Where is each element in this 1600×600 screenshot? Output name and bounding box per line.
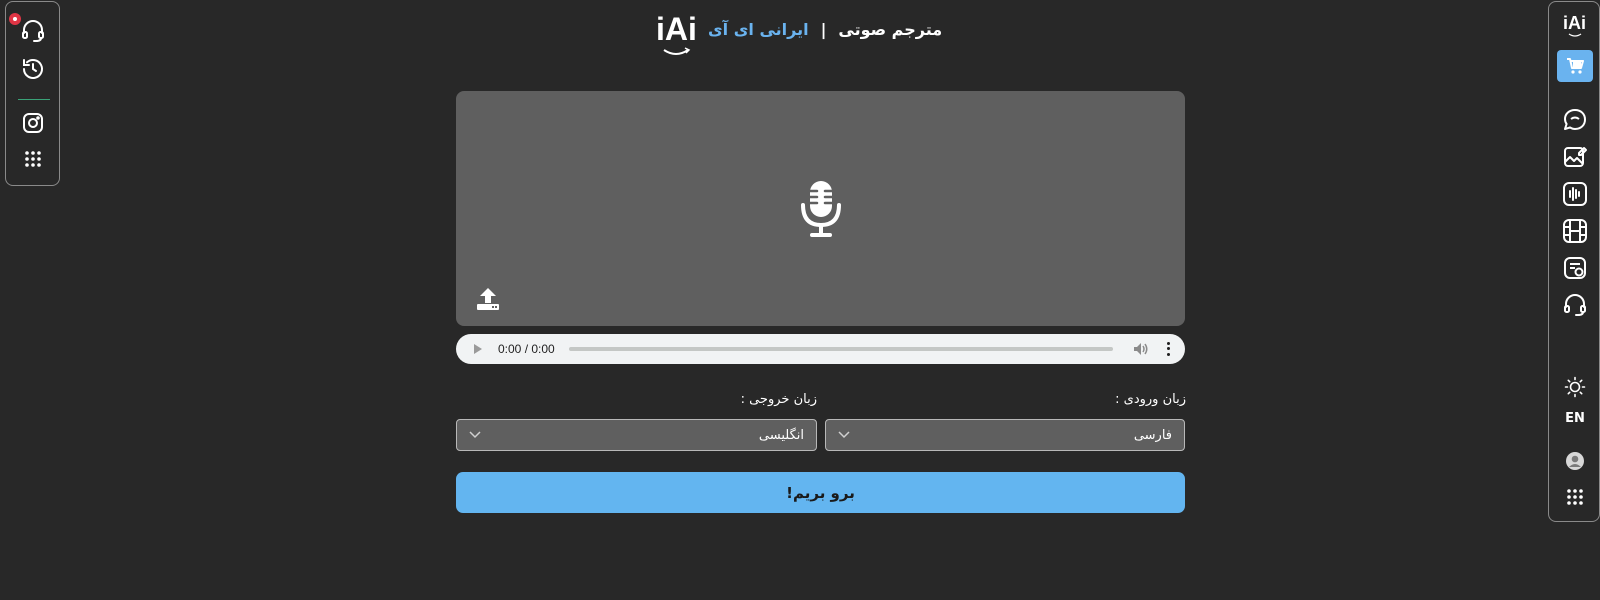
output-language-select[interactable]: انگلیسی bbox=[456, 419, 817, 451]
film-icon[interactable] bbox=[1561, 217, 1589, 245]
output-language-label: زبان خروجی : bbox=[740, 392, 817, 407]
output-language-value: انگلیسی bbox=[758, 427, 804, 443]
toolbar-divider bbox=[18, 99, 50, 100]
upload-icon[interactable] bbox=[475, 286, 501, 312]
more-options-icon[interactable] bbox=[1165, 341, 1171, 357]
audio-time: 0:00 / 0:00 bbox=[498, 342, 555, 356]
svg-text:iAi: iAi bbox=[656, 11, 696, 47]
user-icon[interactable] bbox=[1561, 447, 1589, 475]
record-area[interactable] bbox=[456, 91, 1185, 326]
cart-icon bbox=[1567, 58, 1584, 74]
svg-text:iAi: iAi bbox=[1563, 13, 1586, 33]
title-separator: | bbox=[820, 20, 827, 39]
right-toolbar: iAi EN bbox=[1548, 1, 1600, 522]
header-title: مترجم صوتی | ایرانی ای آی bbox=[708, 20, 942, 39]
apps-grid-icon[interactable] bbox=[20, 146, 46, 172]
apps-grid-icon[interactable] bbox=[1561, 483, 1589, 511]
header: iAi مترجم صوتی | ایرانی ای آی bbox=[650, 8, 942, 60]
input-language-select[interactable]: فارسی bbox=[825, 419, 1185, 451]
chevron-down-icon bbox=[469, 431, 481, 439]
volume-icon[interactable] bbox=[1133, 341, 1151, 357]
page-title: مترجم صوتی bbox=[838, 20, 943, 39]
iai-logo-icon[interactable]: iAi bbox=[654, 8, 696, 60]
iai-small-logo-icon[interactable]: iAi bbox=[1561, 10, 1589, 38]
chevron-down-icon bbox=[838, 431, 850, 439]
chat-icon[interactable] bbox=[1561, 106, 1589, 134]
history-icon[interactable] bbox=[20, 56, 46, 82]
image-edit-icon[interactable] bbox=[1561, 143, 1589, 171]
support-headset-icon[interactable] bbox=[1561, 291, 1589, 319]
brand-name[interactable]: ایرانی ای آی bbox=[708, 20, 809, 39]
input-language-value: فارسی bbox=[1133, 427, 1172, 443]
audio-wave-icon[interactable] bbox=[1561, 180, 1589, 208]
input-language-label: زبان ورودی : bbox=[1115, 392, 1186, 407]
language-toggle[interactable]: EN bbox=[1557, 411, 1593, 426]
instagram-icon[interactable] bbox=[20, 110, 46, 136]
document-translate-icon[interactable] bbox=[1561, 254, 1589, 282]
audio-progress-track[interactable] bbox=[568, 347, 1113, 351]
microphone-icon[interactable] bbox=[796, 179, 846, 239]
headset-icon[interactable] bbox=[20, 18, 46, 44]
go-button[interactable]: برو بریم! bbox=[456, 472, 1185, 513]
audio-player: 0:00 / 0:00 bbox=[456, 334, 1185, 364]
sun-icon[interactable] bbox=[1561, 373, 1589, 401]
left-toolbar bbox=[5, 1, 60, 186]
cart-button[interactable] bbox=[1557, 50, 1593, 82]
play-icon[interactable] bbox=[470, 341, 486, 357]
